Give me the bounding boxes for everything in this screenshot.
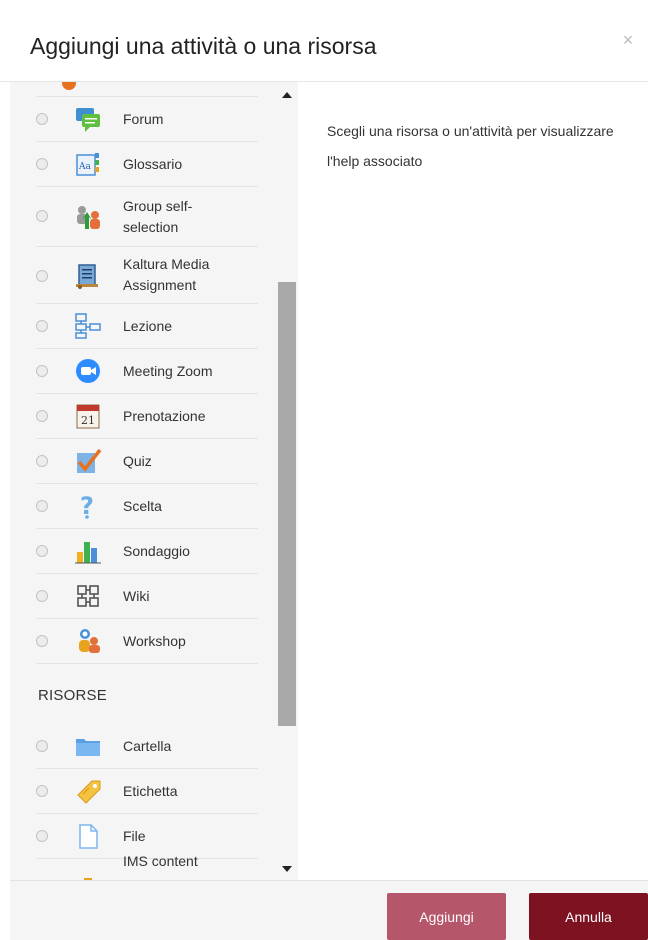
activity-label: Lezione (123, 318, 173, 334)
resource-label: Cartella (123, 738, 172, 754)
activity-option-scelta[interactable]: ? Scelta (36, 484, 258, 529)
svg-text:21: 21 (81, 414, 95, 427)
resources-heading: RISORSE (38, 687, 107, 704)
kaltura-media-icon (74, 262, 102, 290)
radio-button[interactable] (36, 210, 48, 222)
activity-option-forum[interactable]: Forum (36, 97, 258, 142)
help-text: Scegli una risorsa o un'attività per vis… (327, 123, 614, 169)
radio-button[interactable] (36, 410, 48, 422)
svg-text:Aa: Aa (78, 162, 91, 172)
module-chooser-list[interactable]: Forum Aa Glossario Group self- selection… (10, 82, 298, 880)
add-button[interactable]: Aggiungi (387, 893, 506, 940)
scroll-up-arrow-icon[interactable] (282, 92, 292, 98)
activity-option-glossario[interactable]: Aa Glossario (36, 142, 258, 187)
activity-label: Scelta (123, 498, 162, 514)
activity-label: Wiki (123, 588, 150, 604)
radio-button[interactable] (36, 320, 48, 332)
resource-option-ims-content[interactable]: IMS content (36, 853, 258, 880)
activity-option-prenotazione[interactable]: 21 Prenotazione (36, 394, 258, 439)
workshop-icon (74, 627, 102, 655)
activity-option-wiki[interactable]: Wiki (36, 574, 258, 619)
activity-option-sondaggio[interactable]: Sondaggio (36, 529, 258, 574)
radio-button[interactable] (36, 740, 48, 752)
radio-button[interactable] (36, 590, 48, 602)
radio-button[interactable] (36, 113, 48, 125)
quiz-icon (74, 447, 102, 475)
resource-label: IMS content (123, 853, 198, 869)
close-icon[interactable]: × (619, 30, 637, 50)
survey-chart-icon (74, 537, 102, 565)
resource-label: File (123, 828, 146, 844)
choice-question-icon: ? (74, 492, 102, 520)
label-tag-icon (74, 777, 102, 805)
group-self-selection-icon (74, 203, 102, 231)
activity-label: Kaltura Media Assignment (123, 256, 210, 293)
radio-button[interactable] (36, 270, 48, 282)
calendar-icon: 21 (74, 402, 102, 430)
radio-button[interactable] (36, 455, 48, 467)
forum-icon (74, 105, 102, 133)
activity-option-quiz[interactable]: Quiz (36, 439, 258, 484)
radio-button[interactable] (36, 158, 48, 170)
dialog-title: Aggiungi una attività o una risorsa (30, 33, 377, 59)
resource-option-etichetta[interactable]: Etichetta (36, 769, 258, 814)
wiki-icon (74, 582, 102, 610)
radio-button[interactable] (36, 545, 48, 557)
activity-option-group-self-selection[interactable]: Group self- selection (36, 187, 258, 247)
activity-label: Prenotazione (123, 408, 206, 424)
radio-button[interactable] (36, 785, 48, 797)
folder-icon (74, 732, 102, 760)
radio-button[interactable] (36, 830, 48, 842)
activity-option-kaltura-media-assignment[interactable]: Kaltura Media Assignment (36, 247, 258, 304)
lesson-icon (74, 312, 102, 340)
activity-label: Forum (123, 111, 164, 127)
radio-button[interactable] (36, 635, 48, 647)
radio-button[interactable] (36, 365, 48, 377)
activity-option-meeting-zoom[interactable]: Meeting Zoom (36, 349, 258, 394)
file-icon (74, 822, 102, 850)
resource-label: Etichetta (123, 783, 178, 799)
dialog-header: Aggiungi una attività o una risorsa × (0, 0, 648, 82)
activity-label: Workshop (123, 633, 186, 649)
scroll-down-arrow-icon[interactable] (282, 866, 292, 872)
activity-label: Meeting Zoom (123, 363, 213, 379)
glossary-icon: Aa (74, 150, 102, 178)
partial-item-icon (62, 82, 76, 90)
activity-label: Sondaggio (123, 543, 190, 559)
activity-label: Glossario (123, 156, 183, 172)
zoom-meeting-icon (74, 357, 102, 385)
activity-option-workshop[interactable]: Workshop (36, 619, 258, 664)
resource-option-cartella[interactable]: Cartella (36, 724, 258, 769)
cancel-button[interactable]: Annulla (529, 893, 648, 940)
radio-button[interactable] (36, 500, 48, 512)
activity-label: Group self- selection (123, 198, 193, 235)
activity-label: Quiz (123, 453, 152, 469)
activity-option-lezione[interactable]: Lezione (36, 304, 258, 349)
scrollbar-thumb[interactable] (278, 282, 296, 726)
